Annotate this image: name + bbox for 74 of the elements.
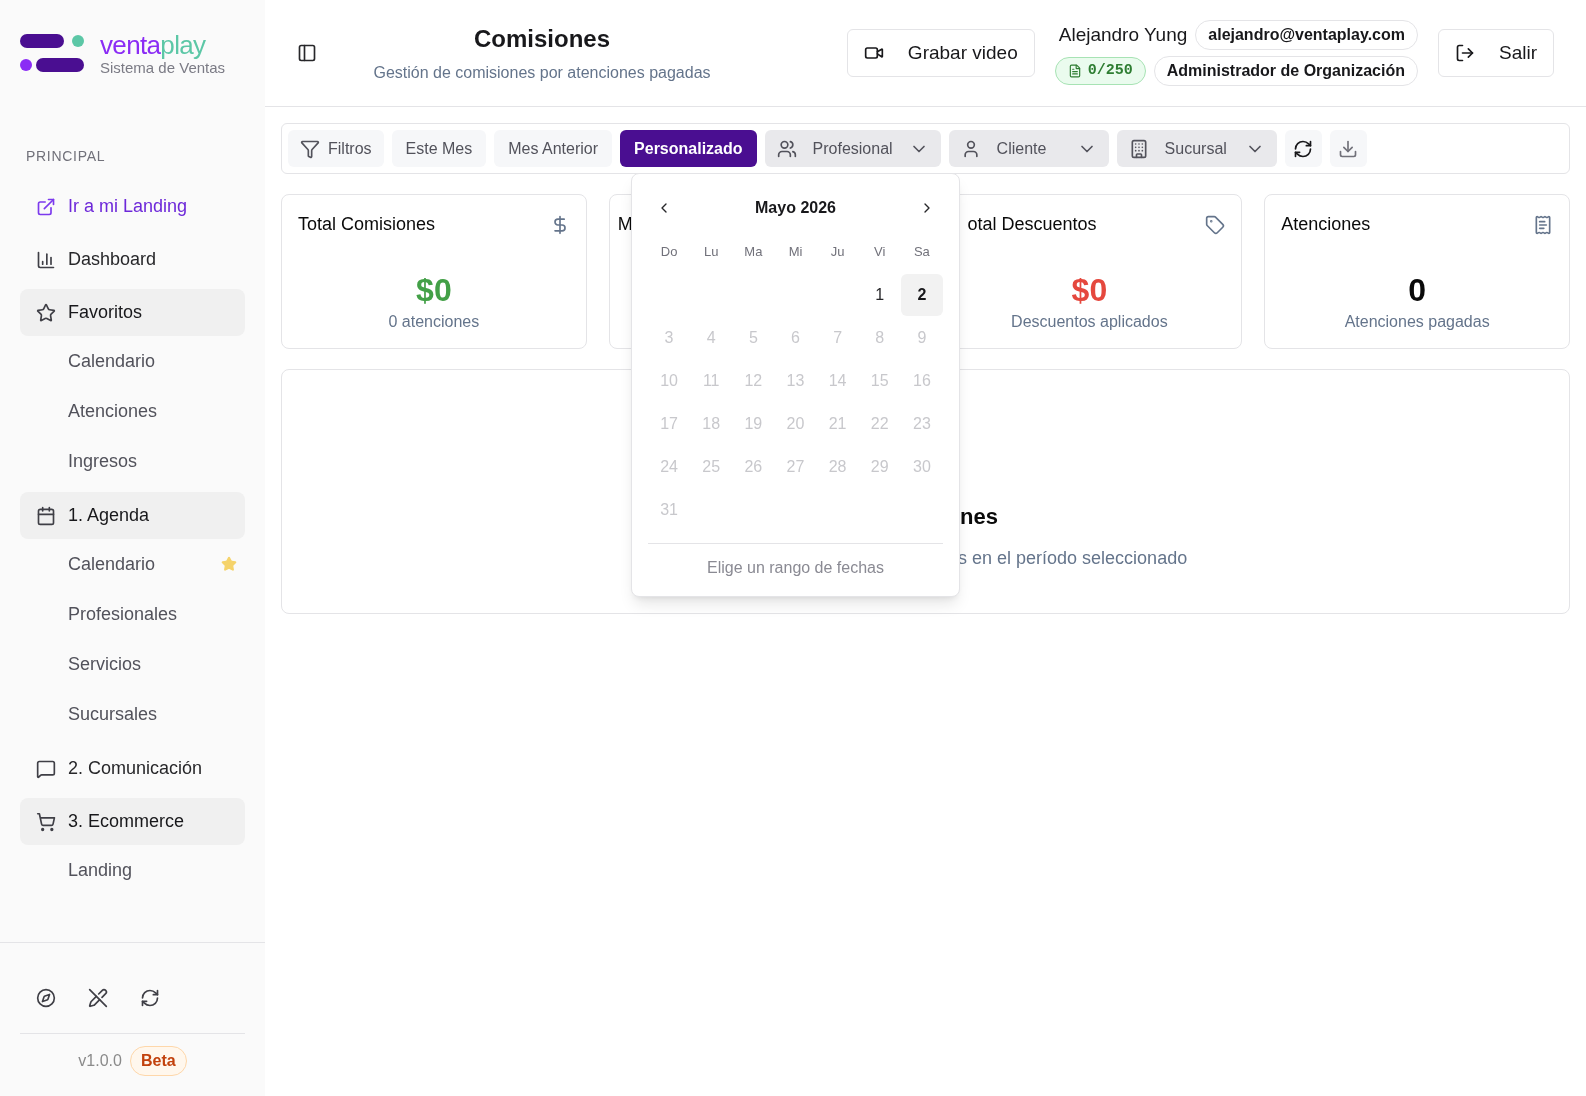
section-label: PRINCIPAL	[25, 147, 107, 166]
weekday-label: Do	[659, 243, 679, 261]
receipt-icon	[1533, 214, 1553, 235]
logout-icon	[1455, 43, 1475, 63]
star-icon	[36, 302, 56, 323]
logo-subtitle: Sistema de Ventas	[100, 59, 226, 75]
filter-dropdown[interactable]: Cliente	[948, 130, 1109, 167]
card-caption: Atenciones pagadas	[1344, 312, 1490, 332]
sidebar-item[interactable]: Dashboard	[20, 236, 245, 283]
card-caption: Descuentos aplicados	[1011, 312, 1168, 332]
card-title: otal Descuentos	[967, 213, 1097, 236]
sidebar-item[interactable]: 2. Comunicación	[20, 745, 245, 792]
weekday-label: Ju	[829, 243, 846, 261]
card-title: M	[617, 213, 633, 236]
sidebar-subitem[interactable]: Ingresos	[20, 436, 245, 486]
sidebar-subitem[interactable]: Servicios	[20, 639, 245, 689]
message-icon	[36, 758, 56, 779]
card-value: $0	[416, 271, 452, 310]
month-title: Mayo 2026	[755, 198, 836, 218]
sidebar-subitem[interactable]: Atenciones	[20, 386, 245, 436]
period-tab[interactable]: Mes Anterior	[494, 130, 613, 167]
compass-icon[interactable]	[36, 988, 56, 1008]
page-subtitle: Gestión de comisiones por atenciones pagadas	[373, 63, 711, 83]
filter-icon	[300, 138, 320, 159]
card-value: 0	[1408, 271, 1426, 310]
sidebar-subitem[interactable]: Profesionales	[20, 589, 245, 639]
filters-button[interactable]: Filtros	[288, 130, 384, 167]
sidebar-toggle-icon[interactable]	[297, 43, 317, 63]
quota-badge: 0/250	[1054, 56, 1146, 86]
page-title: Comisiones	[474, 24, 610, 54]
record-video-button[interactable]: Grabar video	[846, 29, 1035, 77]
external-link-icon	[36, 196, 56, 217]
weekday-label: Vi	[873, 243, 887, 261]
card-title: Total Comisiones	[298, 213, 436, 236]
cart-icon	[36, 811, 56, 832]
sidebar-item[interactable]: 1. Agenda	[20, 492, 245, 539]
download-icon	[1338, 138, 1359, 159]
weekday-label: Sa	[912, 243, 931, 261]
calendar-day[interactable]: 2	[900, 274, 943, 316]
sidebar-subitem[interactable]: Calendario	[20, 539, 245, 589]
weekday-label: Ma	[743, 243, 764, 261]
card-value: $0	[1071, 271, 1108, 310]
logout-button[interactable]: Salir	[1438, 29, 1554, 77]
weekday-label: Lu	[702, 243, 720, 261]
filter-dropdown[interactable]: Profesional	[764, 130, 941, 167]
version-text: v1.0.0	[78, 1051, 122, 1071]
user-name: Alejandro Yung	[1058, 22, 1188, 47]
pen-off-icon[interactable]	[88, 988, 108, 1008]
weekday-label: Mi	[787, 243, 804, 261]
picker-hint: Elige un rango de fechas	[707, 559, 884, 576]
refresh-icon	[1293, 138, 1314, 159]
sidebar-item[interactable]: 3. Ecommerce	[20, 798, 245, 845]
empty-state-title: nes	[959, 503, 998, 531]
period-tab[interactable]: Este Mes	[391, 130, 487, 167]
download-button[interactable]	[1329, 130, 1367, 167]
sidebar-item[interactable]: Favoritos	[20, 289, 245, 336]
bar-chart-icon	[36, 249, 56, 270]
sidebar-subitem[interactable]: Calendario	[20, 336, 245, 386]
calendar-icon	[36, 505, 56, 526]
sidebar-subitem[interactable]: Landing	[20, 845, 245, 895]
period-tab[interactable]: Personalizado	[620, 130, 757, 167]
tag-icon	[1205, 214, 1226, 235]
filter-dropdown[interactable]: Sucursal	[1116, 130, 1277, 167]
landing-link[interactable]: Ir a mi Landing	[20, 183, 245, 230]
users-icon	[776, 138, 797, 159]
beta-badge: Beta	[129, 1046, 187, 1076]
card-title: Atenciones	[1281, 213, 1371, 236]
sidebar-subitem[interactable]: Sucursales	[20, 689, 245, 739]
calendar-day[interactable]: 1	[858, 274, 901, 316]
logo-text: ventaplay	[100, 31, 207, 58]
card-caption: 0 atenciones	[388, 312, 480, 332]
logo-icon	[20, 34, 84, 72]
refresh-button[interactable]	[1284, 130, 1322, 167]
refresh-icon[interactable]	[140, 988, 160, 1008]
